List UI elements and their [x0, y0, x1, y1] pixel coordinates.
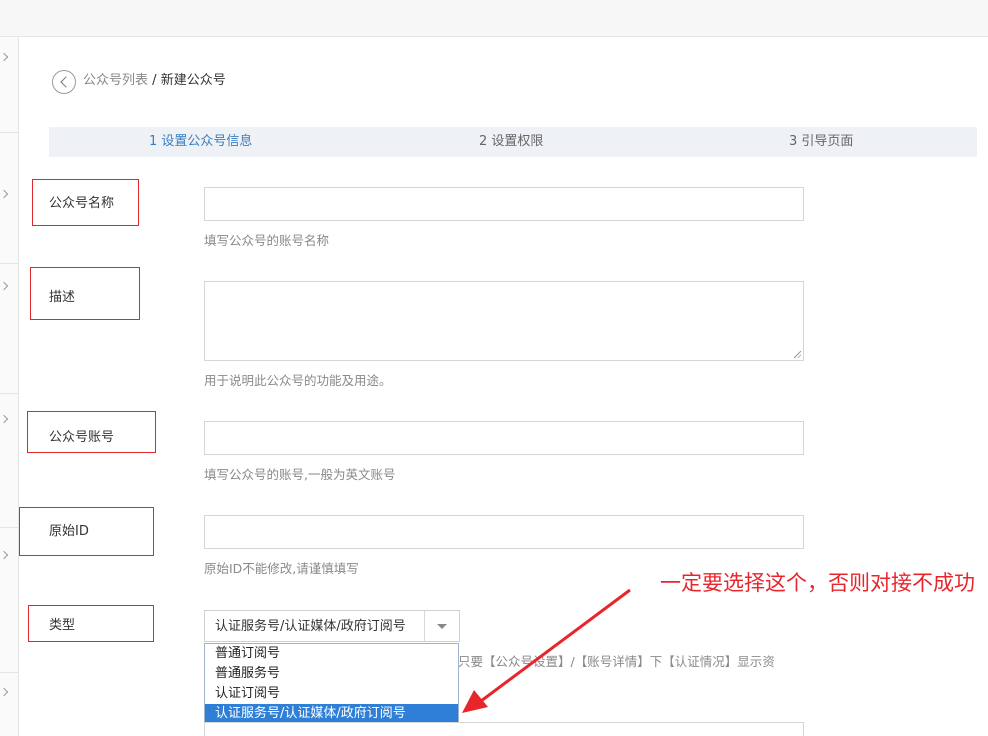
- annotation-arrow-icon: [462, 588, 631, 713]
